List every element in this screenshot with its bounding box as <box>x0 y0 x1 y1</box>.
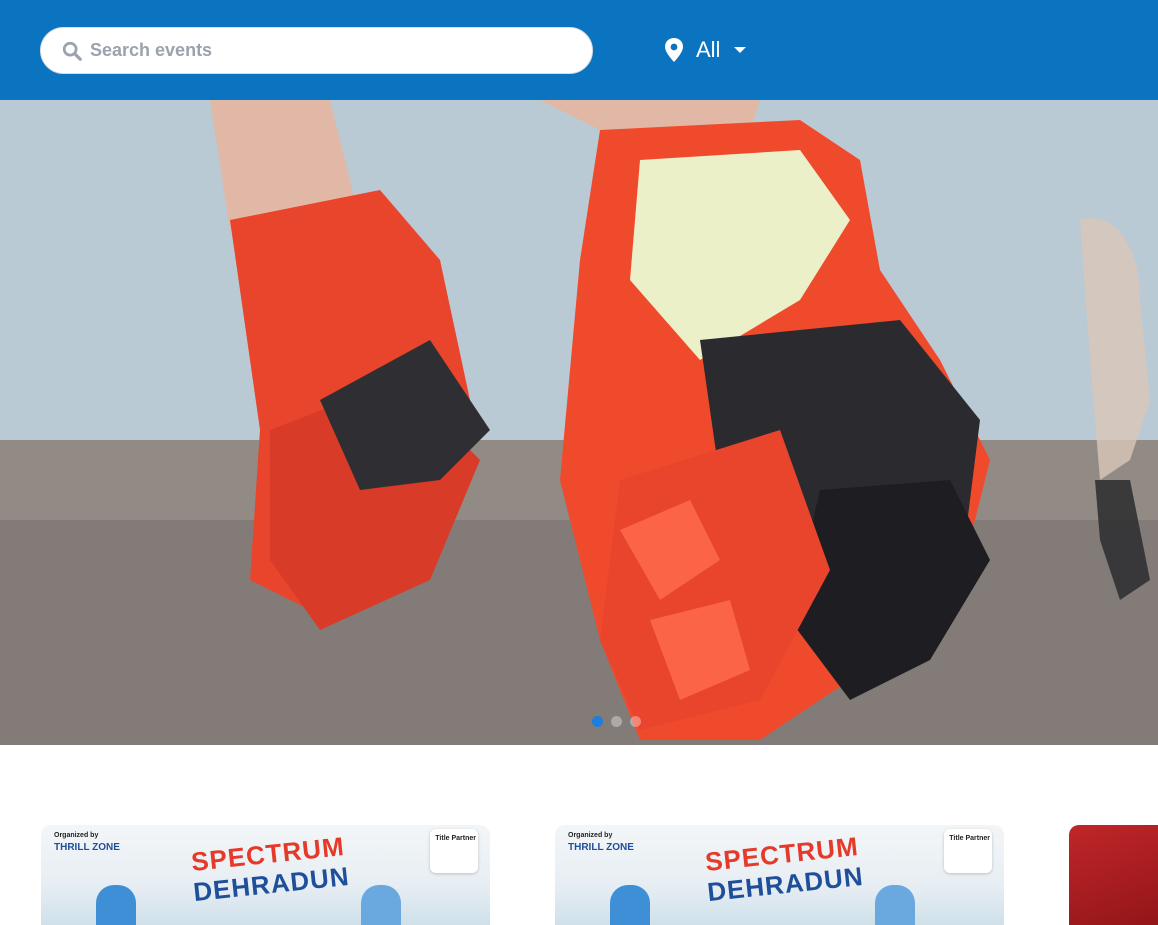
search-icon <box>62 41 82 61</box>
event-card[interactable] <box>1069 825 1158 925</box>
organizer-label: Organized by <box>568 832 613 839</box>
organizer-logo: THRILL ZONE <box>54 842 120 853</box>
carousel-dot-2[interactable] <box>611 716 622 727</box>
runner-figure <box>96 885 136 925</box>
hero-banner[interactable] <box>0 100 1158 745</box>
carousel-dot-1[interactable] <box>592 716 603 727</box>
search-bar[interactable] <box>40 27 593 74</box>
partner-label: Title Partner <box>435 835 476 842</box>
organizer-label: Organized by <box>54 832 99 839</box>
runner-figure <box>875 885 915 925</box>
event-card[interactable]: Organized by THRILL ZONE Title Partner S… <box>41 825 490 925</box>
location-selector[interactable]: All <box>664 33 747 67</box>
carousel-dots <box>592 716 641 727</box>
hero-image-running-shoes <box>0 100 1158 745</box>
carousel-dot-3[interactable] <box>630 716 641 727</box>
top-header: All <box>0 0 1158 100</box>
runner-figure <box>610 885 650 925</box>
location-label: All <box>696 37 721 62</box>
event-poster: Organized by THRILL ZONE Title Partner S… <box>555 825 1004 925</box>
organizer-logo: THRILL ZONE <box>568 842 634 853</box>
partner-label: Title Partner <box>949 835 990 842</box>
search-input[interactable] <box>90 28 580 73</box>
event-card[interactable]: Organized by THRILL ZONE Title Partner S… <box>555 825 1004 925</box>
event-cards: Organized by THRILL ZONE Title Partner S… <box>0 825 1158 925</box>
runner-figure <box>361 885 401 925</box>
map-pin-icon <box>665 38 683 62</box>
caret-down-icon <box>734 47 747 53</box>
event-poster: Organized by THRILL ZONE Title Partner S… <box>41 825 490 925</box>
